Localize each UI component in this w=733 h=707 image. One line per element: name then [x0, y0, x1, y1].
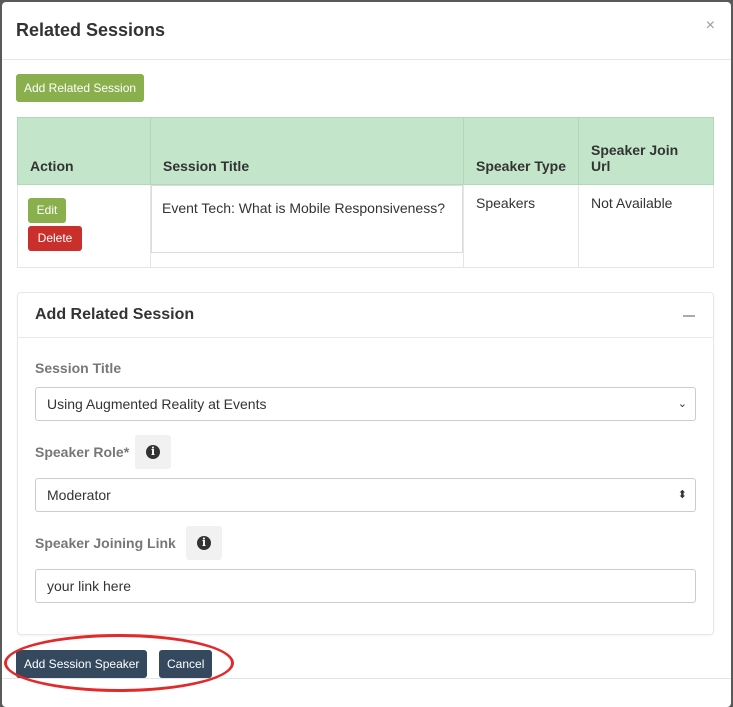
action-cell: Edit Delete: [17, 184, 151, 268]
table-header-row: Action Session Title Speaker Type Speake…: [17, 117, 714, 185]
red-highlight-annotation: [4, 634, 234, 692]
joining-link-value: your link here: [47, 578, 132, 594]
panel-title: Add Related Session: [35, 306, 195, 323]
speaker-role-select[interactable]: Moderator ⬍: [35, 478, 696, 512]
add-related-session-panel: Add Related Session Session Title Using …: [17, 292, 714, 635]
session-title-cell: Event Tech: What is Mobile Responsivenes…: [150, 184, 464, 268]
column-header-session-title: Session Title: [150, 117, 464, 185]
chevron-down-icon: ⌄: [677, 398, 687, 410]
up-down-arrows-icon: ⬍: [677, 489, 687, 501]
session-title-text: Event Tech: What is Mobile Responsivenes…: [151, 185, 463, 253]
speaker-role-label: Speaker Role*: [35, 444, 130, 460]
session-title-select[interactable]: Using Augmented Reality at Events ⌄: [35, 387, 696, 421]
delete-button[interactable]: Delete: [28, 226, 82, 251]
speaker-join-url-cell: Not Available: [578, 184, 714, 268]
add-related-session-button[interactable]: Add Related Session: [16, 74, 145, 102]
collapse-icon[interactable]: [683, 315, 695, 317]
column-header-speaker-join-url: Speaker Join Url: [578, 117, 714, 185]
modal-title: Related Sessions: [16, 20, 166, 40]
panel-header: Add Related Session: [18, 293, 713, 338]
speaker-type-cell: Speakers: [463, 184, 579, 268]
related-sessions-modal: Related Sessions × Add Related Session A…: [2, 2, 731, 707]
related-sessions-table: Action Session Title Speaker Type Speake…: [17, 117, 714, 268]
session-title-value: Using Augmented Reality at Events: [47, 396, 267, 412]
joining-link-input[interactable]: your link here: [35, 569, 696, 603]
speaker-role-value: Moderator: [47, 487, 111, 503]
modal-header: Related Sessions ×: [2, 2, 731, 60]
joining-link-info[interactable]: i: [186, 526, 222, 560]
edit-button[interactable]: Edit: [28, 198, 66, 223]
info-icon: i: [146, 445, 160, 459]
column-header-action: Action: [17, 117, 151, 185]
session-title-label: Session Title: [35, 360, 122, 376]
close-icon[interactable]: ×: [706, 18, 715, 34]
table-row: Edit Delete Event Tech: What is Mobile R…: [17, 184, 714, 268]
info-icon: i: [197, 536, 211, 550]
joining-link-label: Speaker Joining Link: [35, 535, 176, 551]
column-header-speaker-type: Speaker Type: [463, 117, 579, 185]
speaker-role-info[interactable]: i: [135, 435, 171, 469]
